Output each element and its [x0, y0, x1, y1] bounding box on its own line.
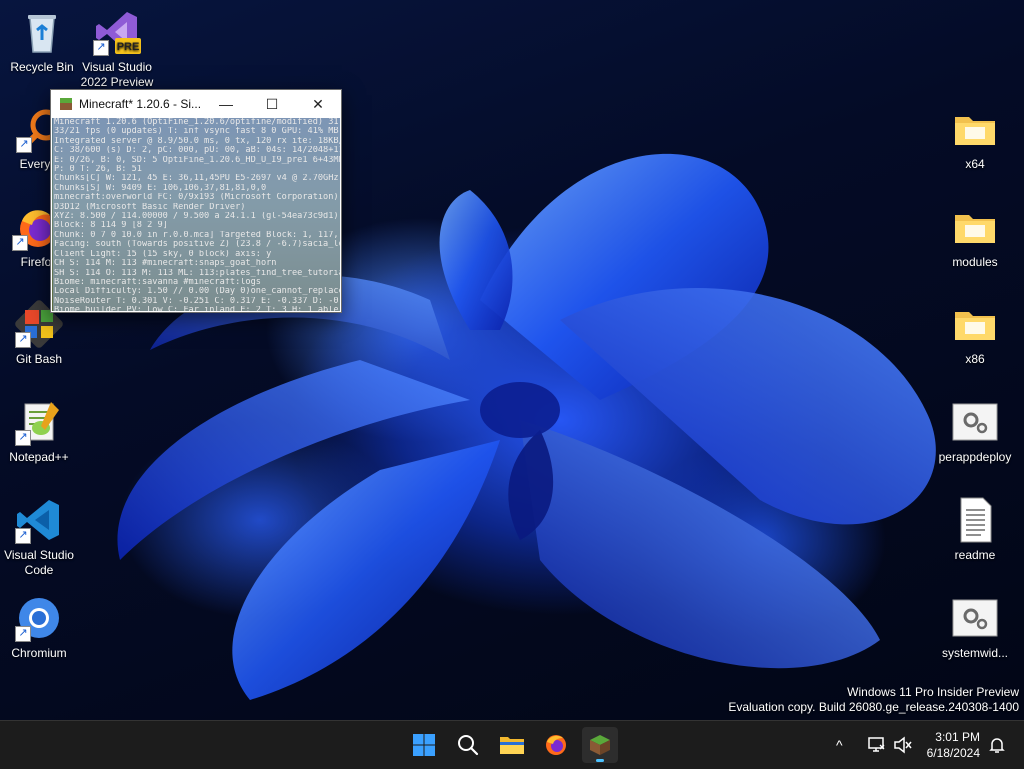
desktop-icon-x86-folder[interactable]: x86 — [933, 300, 1017, 367]
debug-line: Facing: south (Towards positive Z) (23.8… — [53, 240, 340, 250]
windows-evaluation-watermark: Windows 11 Pro Insider Preview Evaluatio… — [728, 685, 1019, 715]
chromium-icon: ↗ — [15, 594, 63, 642]
minecraft-window[interactable]: Minecraft* 1.20.6 - Si... — ☐ ✕ Minecraf… — [50, 89, 342, 313]
debug-line: Biome builder PV: Low C: Far inland E: 2… — [53, 306, 340, 311]
debug-line: 33/21 fps (0 updates) T: inf vsync fast … — [53, 127, 340, 137]
close-button[interactable]: ✕ — [295, 90, 341, 118]
notifications-button[interactable] — [988, 721, 1006, 769]
search-button[interactable] — [450, 727, 486, 763]
text-file-icon — [951, 496, 999, 544]
debug-line: C: 38/600 (s) D: 2, pC: 000, pU: 00, aB:… — [53, 146, 340, 156]
debug-line: Chunks[C] W: 121, 45 E: 36,11,45PU E5-26… — [53, 174, 340, 184]
desktop-icon-label: modules — [952, 255, 998, 269]
desktop-icon-label: x64 — [965, 157, 985, 171]
taskbar: ^ 3:01 PM 6/18/2024 — [0, 720, 1024, 769]
watermark-build: Evaluation copy. Build 26080.ge_release.… — [728, 700, 1019, 714]
volume-muted-icon — [894, 736, 912, 754]
taskbar-clock[interactable]: 3:01 PM 6/18/2024 — [927, 729, 980, 761]
debug-line: Integrated server @ 8.9/50.0 ms, 0 tx, 1… — [53, 136, 340, 147]
desktop-icon-label: Git Bash — [15, 352, 63, 366]
desktop-icon-chromium[interactable]: ↗ Chromium — [0, 594, 81, 661]
minecraft-grass-block-icon — [60, 98, 72, 110]
watermark-edition: Windows 11 Pro Insider Preview — [847, 685, 1019, 699]
shortcut-arrow-icon: ↗ — [15, 626, 31, 642]
debug-line: SH S: 114 O: 113 M: 113 ML: 113:plates_f… — [53, 268, 340, 278]
desktop-icon-label: Notepad++ — [9, 450, 69, 464]
bell-icon — [989, 738, 1005, 753]
debug-line: Chunks[S] W: 9409 E: 106,106,37,81,81,0,… — [53, 183, 340, 194]
vscode-icon: ↗ — [15, 496, 63, 544]
desktop-icon-notepad-plus-plus[interactable]: ↗ Notepad++ — [0, 398, 81, 465]
desktop-icon-label: systemwid... — [941, 646, 1008, 660]
clock-date: 6/18/2024 — [926, 746, 980, 760]
maximize-button[interactable]: ☐ — [249, 90, 295, 118]
firefox-taskbar-button[interactable] — [538, 727, 574, 763]
window-title: Minecraft* 1.20.6 - Si... — [79, 97, 202, 111]
desktop-icon-readme[interactable]: readme — [933, 496, 1017, 563]
debug-line: P: 0 T: 26, B: 51 — [53, 165, 340, 175]
shortcut-arrow-icon: ↗ — [16, 137, 32, 153]
folder-icon — [951, 105, 999, 153]
debug-line: minecraft:overworld FC: 0/9x193 (Microso… — [53, 193, 340, 203]
settings-file-icon — [951, 594, 999, 642]
show-hidden-icons-button[interactable]: ^ — [836, 721, 843, 769]
debug-line: Minecraft 1.20.6 (OptiFine_1.20.6/optifi… — [53, 118, 340, 128]
shortcut-arrow-icon: ↗ — [12, 235, 28, 251]
window-titlebar[interactable]: Minecraft* 1.20.6 - Si... — ☐ ✕ — [51, 90, 341, 118]
debug-line: Biome: minecraft:savanna #minecraft:logs — [53, 277, 340, 288]
shortcut-arrow-icon: ↗ — [15, 332, 31, 348]
debug-line: NoiseRouter T: 0.301 V: -0.251 C: 0.317 … — [53, 296, 340, 307]
search-icon — [458, 735, 479, 756]
desktop-icon-label: Visual Studio Code — [4, 548, 74, 577]
shortcut-arrow-icon: ↗ — [15, 430, 31, 446]
folder-icon — [951, 300, 999, 348]
chevron-up-icon: ^ — [836, 737, 843, 753]
recycle-bin-icon — [18, 8, 66, 56]
desktop-icon-label: Visual Studio 2022 Preview — [80, 60, 154, 89]
start-button[interactable] — [406, 727, 442, 763]
folder-icon — [500, 737, 524, 754]
firefox-icon — [546, 735, 566, 755]
debug-line: Chunk: 0 7 0 10.0 in r.0.0.mca] Targeted… — [53, 230, 340, 241]
minecraft-game-view[interactable]: Minecraft 1.20.6 (OptiFine_1.20.6/optifi… — [52, 118, 340, 311]
notepad-plus-plus-icon: ↗ — [15, 398, 63, 446]
desktop-icon-visual-studio-code[interactable]: ↗ Visual Studio Code — [0, 496, 81, 578]
volume-button[interactable] — [893, 721, 913, 769]
debug-line: Block: 8 114 9 [8 2 9] — [53, 221, 340, 231]
desktop-icon-visual-studio-2022-preview[interactable]: PRE ↗ Visual Studio 2022 Preview — [75, 8, 159, 90]
desktop-icon-systemwide[interactable]: systemwid... — [933, 594, 1017, 661]
svg-text:PRE: PRE — [117, 41, 140, 53]
debug-line: Local Difficulty: 1.50 // 0.00 (Day 0)on… — [53, 287, 340, 297]
desktop-icon-x64-folder[interactable]: x64 — [933, 105, 1017, 172]
settings-file-icon — [951, 398, 999, 446]
minecraft-taskbar-button[interactable] — [582, 727, 618, 763]
desktop-icon-recycle-bin[interactable]: Recycle Bin — [0, 8, 84, 75]
debug-line: E: 0/26, B: 0, SD: 5 OptiFine_1.20.6_HD_… — [53, 155, 340, 166]
debug-line: XYZ: 8.500 / 114.00000 / 9.500 a 24.1.1 … — [53, 212, 340, 222]
desktop-icon-perappdeploy[interactable]: perappdeploy — [933, 398, 1017, 465]
running-indicator — [596, 759, 604, 762]
clock-time: 3:01 PM — [935, 730, 980, 744]
debug-line: CH S: 114 M: 113 #minecraft:snaps_goat_h… — [53, 259, 340, 269]
windows-logo-icon — [413, 734, 435, 756]
debug-line: D3D12 (Microsoft Basic Render Driver) — [53, 202, 340, 213]
shortcut-arrow-icon: ↗ — [15, 528, 31, 544]
debug-overlay: Minecraft 1.20.6 (OptiFine_1.20.6/optifi… — [52, 118, 340, 311]
desktop-icon-label: x86 — [965, 352, 985, 366]
visual-studio-icon: PRE ↗ — [93, 8, 141, 56]
minimize-button[interactable]: — — [203, 90, 249, 118]
desktop-icon-label: Chromium — [11, 646, 67, 660]
desktop-icon-label: perappdeploy — [938, 450, 1012, 464]
minecraft-grass-block-icon — [590, 735, 610, 755]
desktop-icon-label: Recycle Bin — [10, 60, 74, 74]
folder-icon — [951, 203, 999, 251]
debug-line: Client Light: 15 (15 sky, 0 block) axis:… — [53, 249, 340, 260]
shortcut-arrow-icon: ↗ — [93, 40, 109, 56]
desktop-icon-label: readme — [954, 548, 996, 562]
file-explorer-button[interactable] — [494, 727, 530, 763]
network-icon — [868, 737, 885, 752]
network-status-button[interactable] — [866, 721, 886, 769]
desktop-icon-modules-folder[interactable]: modules — [933, 203, 1017, 270]
